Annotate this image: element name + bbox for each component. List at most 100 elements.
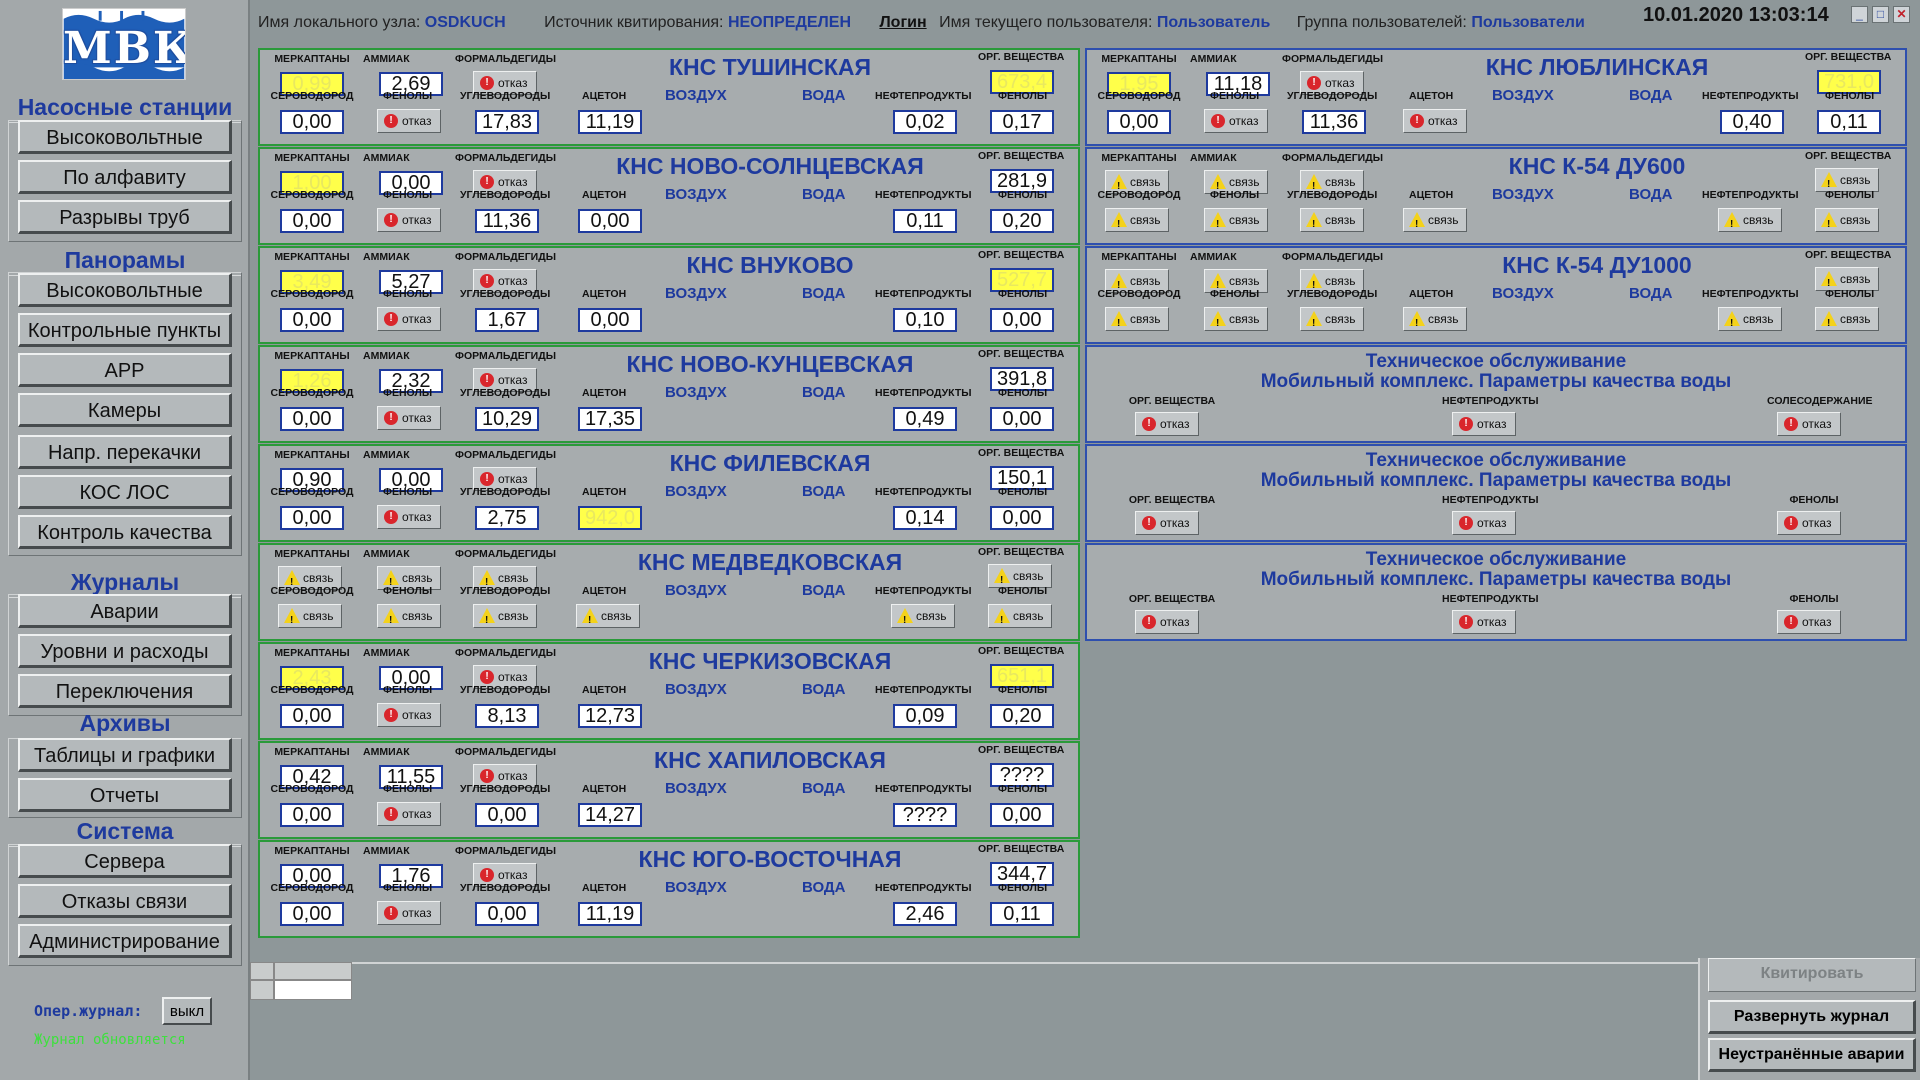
param-label-merk: МЕРКАПТАНЫ (1101, 251, 1177, 263)
status-badge[interactable]: связь (1300, 208, 1364, 236)
status-badge[interactable]: ! отказ (1135, 511, 1199, 535)
status-badge[interactable]: ! отказ (1403, 109, 1467, 133)
status-badge[interactable]: ! отказ (1777, 412, 1841, 436)
status-badge[interactable]: ! отказ (377, 307, 441, 331)
param-label-neft: НЕФТЕПРОДУКТЫ (1702, 90, 1799, 102)
error-icon: ! (1211, 114, 1225, 128)
status-badge[interactable]: ! отказ (377, 109, 441, 133)
water-label: ВОДА (802, 780, 846, 797)
close-icon[interactable]: ✕ (1893, 6, 1910, 23)
status-badge[interactable]: ! отказ (377, 505, 441, 529)
air-label: ВОЗДУХ (665, 87, 727, 104)
status-badge[interactable]: ! отказ (377, 802, 441, 826)
status-badge[interactable]: связь (1815, 208, 1879, 236)
status-badge[interactable]: связь (1403, 208, 1467, 236)
param-label-serovod: СЕРОВОДОРОД (1097, 288, 1181, 300)
panorama-kos-los-button[interactable]: КОС ЛОС (18, 475, 232, 509)
panorama-cameras-button[interactable]: Камеры (18, 393, 232, 427)
param-value-aceton: 14,27 (578, 803, 642, 827)
panorama-highvolt-button[interactable]: Высоковольтные (18, 273, 232, 307)
status-badge[interactable]: связь (1204, 307, 1268, 335)
oper-journal-toggle[interactable]: выкл (162, 997, 212, 1025)
status-badge[interactable]: ! отказ (377, 406, 441, 430)
param-label-fenol: ФЕНОЛЫ (383, 783, 433, 795)
panorama-arr-button[interactable]: АРР (18, 353, 232, 387)
maximize-icon[interactable]: □ (1872, 6, 1889, 23)
tech-panel: Техническое обслуживание Мобильный компле… (1085, 345, 1907, 443)
tech-param-label: НЕФТЕПРОДУКТЫ (1442, 593, 1539, 605)
status-badge[interactable]: ! отказ (377, 208, 441, 232)
status-text: отказ (402, 708, 432, 722)
journal-switches-button[interactable]: Переключения (18, 674, 232, 708)
status-badge[interactable]: ! отказ (377, 901, 441, 925)
panorama-control-points-button[interactable]: Контрольные пункты (18, 313, 232, 347)
journals-heading: Журналы (0, 569, 250, 598)
minimize-icon[interactable]: _ (1851, 6, 1868, 23)
status-badge[interactable]: связь (377, 604, 441, 632)
param-value-fenol: 0,20 (990, 209, 1054, 233)
error-icon: ! (1459, 615, 1473, 629)
tech-title-2: Мобильный комплекс. Параметры качества в… (1260, 470, 1732, 491)
air-label: ВОЗДУХ (665, 186, 727, 203)
journal-levels-button[interactable]: Уровни и расходы (18, 634, 232, 668)
status-badge[interactable]: ! отказ (1452, 610, 1516, 634)
param-value-neft: 0,40 (1720, 110, 1784, 134)
status-badge[interactable]: связь (576, 604, 640, 632)
expand-journal-button[interactable]: Развернуть журнал (1708, 1000, 1916, 1034)
journal-alarms-button[interactable]: Аварии (18, 594, 232, 628)
archive-reports-button[interactable]: Отчеты (18, 778, 232, 812)
water-label: ВОДА (1629, 285, 1673, 302)
pumps-alphabet-button[interactable]: По алфавиту (18, 160, 232, 194)
status-badge[interactable]: связь (891, 604, 955, 632)
pumps-highvolt-button[interactable]: Высоковольтные (18, 120, 232, 154)
status-badge[interactable]: связь (1718, 208, 1782, 236)
status-badge[interactable]: связь (988, 604, 1052, 632)
param-label-form: ФОРМАЛЬДЕГИДЫ (455, 647, 556, 659)
param-label-uglevod: УГЛЕВОДОРОДЫ (1287, 288, 1378, 300)
param-label-neft: НЕФТЕПРОДУКТЫ (875, 90, 972, 102)
status-badge[interactable]: ! отказ (1135, 412, 1199, 436)
status-text: отказ (498, 175, 528, 189)
param-value-aceton: 0,00 (578, 209, 642, 233)
status-badge[interactable]: связь (1300, 307, 1364, 335)
status-badge[interactable]: связь (1204, 208, 1268, 236)
status-badge[interactable]: связь (1105, 208, 1169, 236)
status-badge[interactable]: связь (1105, 307, 1169, 335)
status-badge[interactable]: связь (1718, 307, 1782, 335)
status-badge[interactable]: ! отказ (1452, 511, 1516, 535)
status-badge[interactable]: ! отказ (1777, 610, 1841, 634)
air-label: ВОЗДУХ (665, 285, 727, 302)
status-text: отказ (1428, 114, 1458, 128)
param-label-form: ФОРМАЛЬДЕГИДЫ (455, 845, 556, 857)
status-text: отказ (1325, 76, 1355, 90)
status-badge[interactable]: связь (278, 604, 342, 632)
tech-param-label: ФЕНОЛЫ (1789, 494, 1839, 506)
warning-icon (1111, 273, 1127, 297)
system-servers-button[interactable]: Сервера (18, 844, 232, 878)
system-admin-button[interactable]: Администрирование (18, 924, 232, 958)
status-badge[interactable]: ! отказ (1452, 412, 1516, 436)
status-badge[interactable]: ! отказ (377, 703, 441, 727)
param-label-merk: МЕРКАПТАНЫ (274, 746, 350, 758)
system-link-failures-button[interactable]: Отказы связи (18, 884, 232, 918)
status-badge[interactable]: ! отказ (1204, 109, 1268, 133)
pumps-pipe-breaks-button[interactable]: Разрывы труб (18, 200, 232, 234)
status-badge[interactable]: связь (1403, 307, 1467, 335)
param-label-fenol: ФЕНОЛЫ (998, 90, 1048, 102)
status-badge[interactable]: ! отказ (1777, 511, 1841, 535)
status-badge[interactable]: связь (1815, 307, 1879, 335)
panorama-pumping-direction-button[interactable]: Напр. перекачки (18, 435, 232, 469)
param-value-aceton: 17,35 (578, 407, 642, 431)
station-title: КНС ФИЛЕВСКАЯ (669, 450, 871, 476)
tech-param-label: ОРГ. ВЕЩЕСТВА (1128, 395, 1216, 407)
param-label-amm: АММИАК (363, 251, 410, 263)
status-badge[interactable]: связь (473, 604, 537, 632)
unresolved-alarms-button[interactable]: Неустранённые аварии (1708, 1038, 1916, 1072)
login-link[interactable]: Логин (879, 14, 926, 32)
archive-tables-button[interactable]: Таблицы и графики (18, 738, 232, 772)
acknowledge-button[interactable]: Квитировать (1708, 958, 1916, 992)
panorama-quality-control-button[interactable]: Контроль качества (18, 515, 232, 549)
status-badge[interactable]: ! отказ (1135, 610, 1199, 634)
param-label-uglevod: УГЛЕВОДОРОДЫ (460, 288, 551, 300)
status-text: отказ (1160, 615, 1190, 629)
